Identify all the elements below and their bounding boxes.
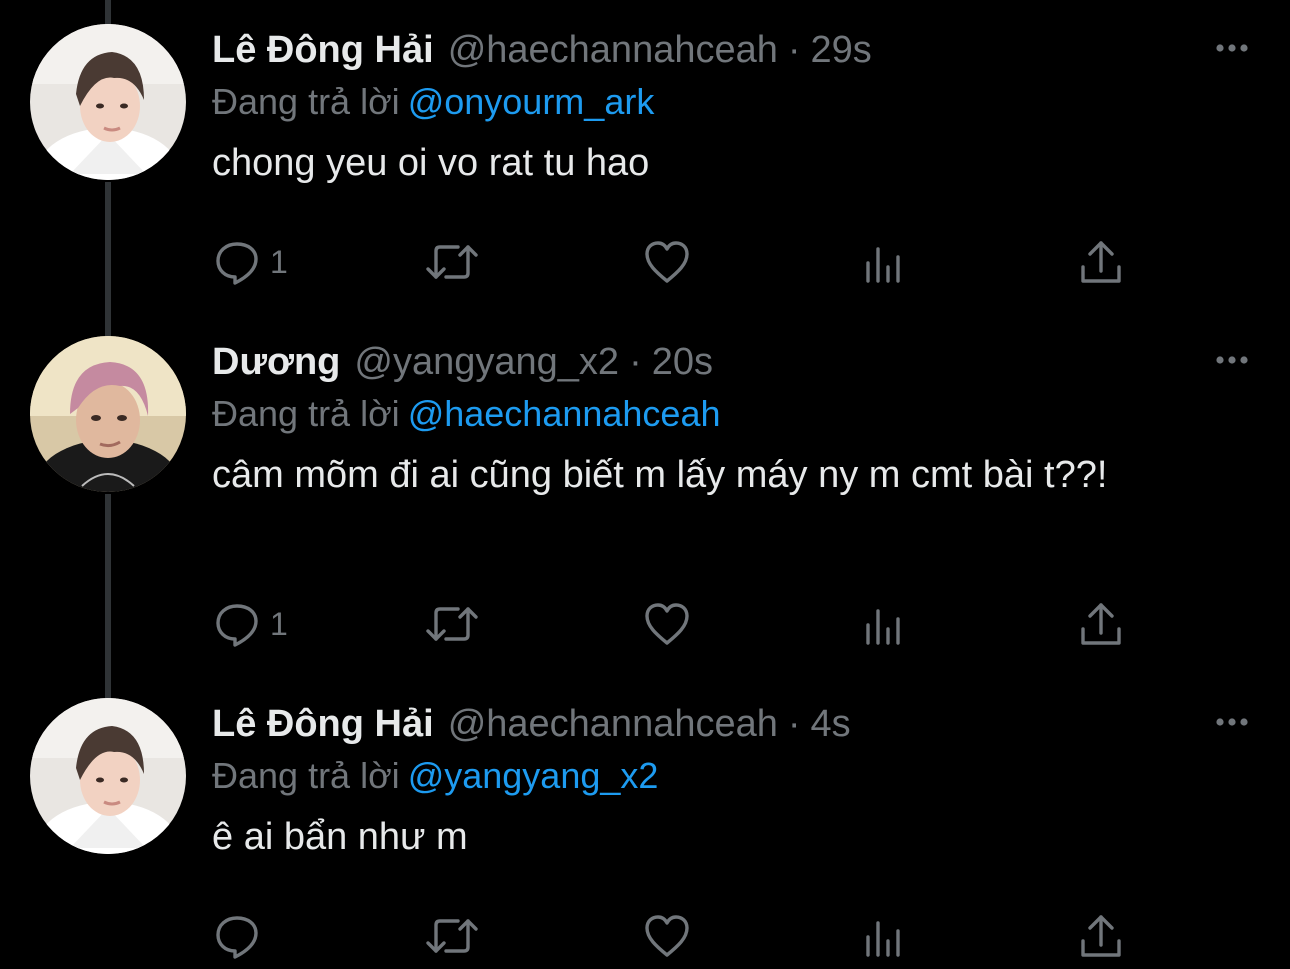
display-name[interactable]: Lê Đông Hải [212,24,434,76]
reply-count: 1 [270,605,288,642]
avatar-photo [30,24,186,180]
reply-button[interactable]: 1 [212,232,288,292]
timestamp[interactable]: 29s [811,24,872,76]
retweet-icon [426,919,478,953]
tweet-text: câm mõm đi ai cũng biết m lấy máy ny m c… [212,454,1108,496]
mention-link[interactable]: @yangyang_x2 [408,755,659,796]
avatar[interactable] [30,24,186,180]
more-icon [1216,44,1248,52]
tweet-header: Lê Đông Hải @haechannahceah · 29s [212,24,1250,76]
like-button[interactable] [642,594,692,654]
tweet-header: Dương @yangyang_x2 · 20s [212,336,1250,388]
share-button[interactable] [1076,594,1126,654]
timestamp[interactable]: 20s [652,336,713,388]
retweet-icon [426,607,478,641]
share-button[interactable] [1076,906,1126,966]
timestamp[interactable]: 4s [811,698,851,750]
mention-link[interactable]: @onyourm_ark [408,81,655,122]
more-options-button[interactable] [1212,704,1252,740]
views-button[interactable] [860,232,910,292]
retweet-button[interactable] [424,232,480,292]
replying-to-label: Đang trả lời [212,755,400,796]
tweet-text: ê ai bẩn như m [212,816,468,858]
retweet-icon [426,245,478,279]
separator-dot: · [787,703,801,745]
tweet-actions [212,906,1132,966]
retweet-button[interactable] [424,906,480,966]
avatar[interactable] [30,336,186,492]
reply-icon [216,604,258,647]
user-handle[interactable]: @haechannahceah [448,24,778,76]
tweet[interactable]: Dương @yangyang_x2 · 20s Đang trả lời @ha… [0,312,1290,672]
like-icon [645,241,689,283]
reply-button[interactable] [212,906,270,966]
avatar-photo [30,336,186,492]
like-icon [645,603,689,645]
more-options-button[interactable] [1212,30,1252,66]
conversation-thread: Lê Đông Hải @haechannahceah · 29s Đang t… [0,0,1290,969]
avatar[interactable] [30,698,186,854]
views-button[interactable] [860,906,910,966]
replying-to-label: Đang trả lời [212,393,400,434]
separator-dot: · [629,341,642,383]
replying-to-label: Đang trả lời [212,81,400,122]
like-button[interactable] [642,906,692,966]
tweet-actions: 1 [212,594,1132,654]
share-icon [1081,603,1121,645]
tweet[interactable]: Lê Đông Hải @haechannahceah · 29s Đang t… [0,0,1290,300]
more-icon [1216,718,1248,726]
replying-to: Đang trả lời @yangyang_x2 [212,750,1250,802]
share-icon [1081,915,1121,957]
share-icon [1081,241,1121,283]
more-icon [1216,356,1248,364]
views-button[interactable] [860,594,910,654]
like-button[interactable] [642,232,692,292]
replying-to: Đang trả lời @haechannahceah [212,388,1250,440]
like-icon [645,915,689,957]
share-button[interactable] [1076,232,1126,292]
views-icon [866,609,900,645]
views-icon [866,247,900,283]
reply-button[interactable]: 1 [212,594,288,654]
reply-count: 1 [270,243,288,280]
reply-icon [216,916,258,959]
display-name[interactable]: Dương [212,336,340,388]
tweet-header: Lê Đông Hải @haechannahceah · 4s [212,698,1250,750]
views-icon [866,921,900,957]
more-options-button[interactable] [1212,342,1252,378]
reply-icon [216,242,258,285]
replying-to: Đang trả lời @onyourm_ark [212,76,1250,128]
separator-dot: · [787,29,801,71]
tweet-actions: 1 [212,232,1132,292]
display-name[interactable]: Lê Đông Hải [212,698,434,750]
mention-link[interactable]: @haechannahceah [408,393,721,434]
retweet-button[interactable] [424,594,480,654]
user-handle[interactable]: @yangyang_x2 [354,336,619,388]
tweet-text: chong yeu oi vo rat tu hao [212,142,650,184]
tweet[interactable]: Lê Đông Hải @haechannahceah · 4s Đang tr… [0,674,1290,969]
avatar-photo [30,698,186,854]
user-handle[interactable]: @haechannahceah [448,698,778,750]
